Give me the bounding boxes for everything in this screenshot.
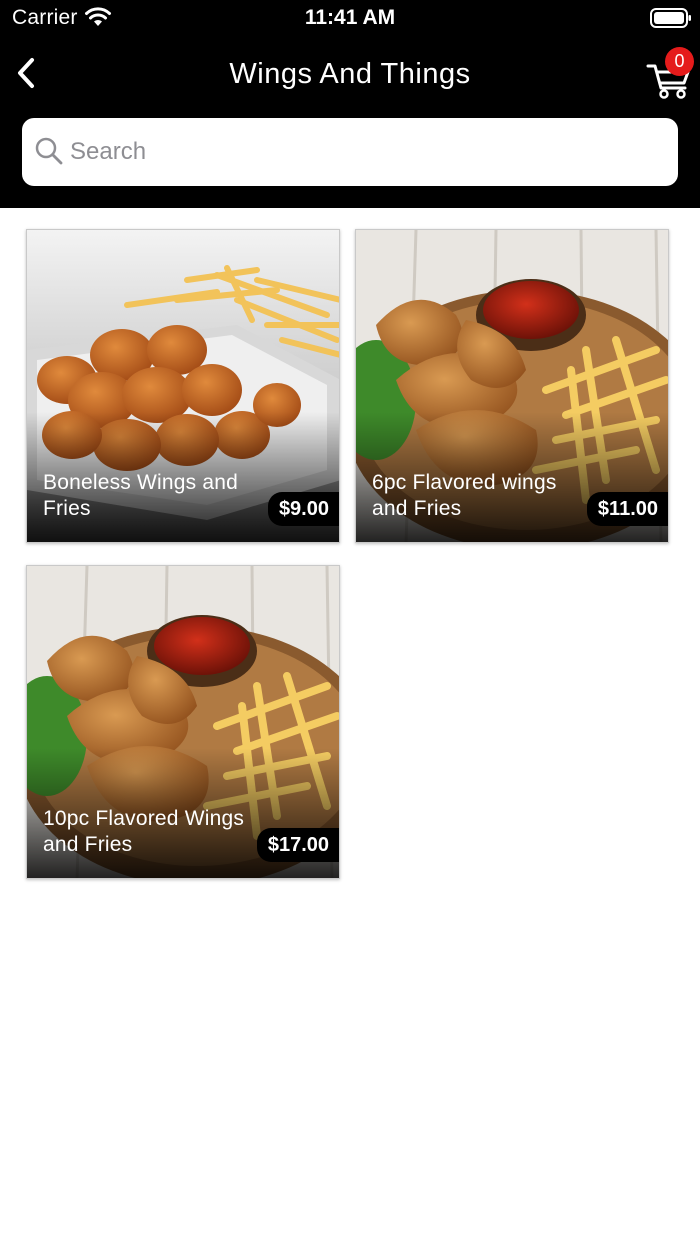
cart-count-badge: 0 [665, 47, 694, 76]
status-bar: Carrier 11:41 AM [0, 0, 700, 40]
product-price: $9.00 [267, 492, 339, 526]
status-time: 11:41 AM [304, 6, 396, 29]
header: Carrier 11:41 AM Wings And Things 0 [0, 0, 700, 208]
product-name: Boneless Wings and Fries [43, 471, 239, 520]
product-price: $17.00 [256, 828, 339, 862]
product-price: $11.00 [586, 492, 668, 526]
search-icon [35, 137, 63, 165]
navigation-bar: Wings And Things 0 [0, 40, 700, 112]
product-card[interactable]: Boneless Wings and Fries $9.00 [26, 229, 340, 543]
search-bar[interactable] [22, 118, 678, 186]
product-name: 6pc Flavored wings and Fries [372, 471, 557, 520]
battery-icon [650, 8, 691, 28]
product-card[interactable]: 10pc Flavored Wings and Fries $17.00 [26, 565, 340, 879]
search-input[interactable] [70, 132, 660, 172]
product-card[interactable]: 6pc Flavored wings and Fries $11.00 [355, 229, 669, 543]
product-name: 10pc Flavored Wings and Fries [43, 807, 245, 856]
page-title: Wings And Things [229, 58, 471, 90]
